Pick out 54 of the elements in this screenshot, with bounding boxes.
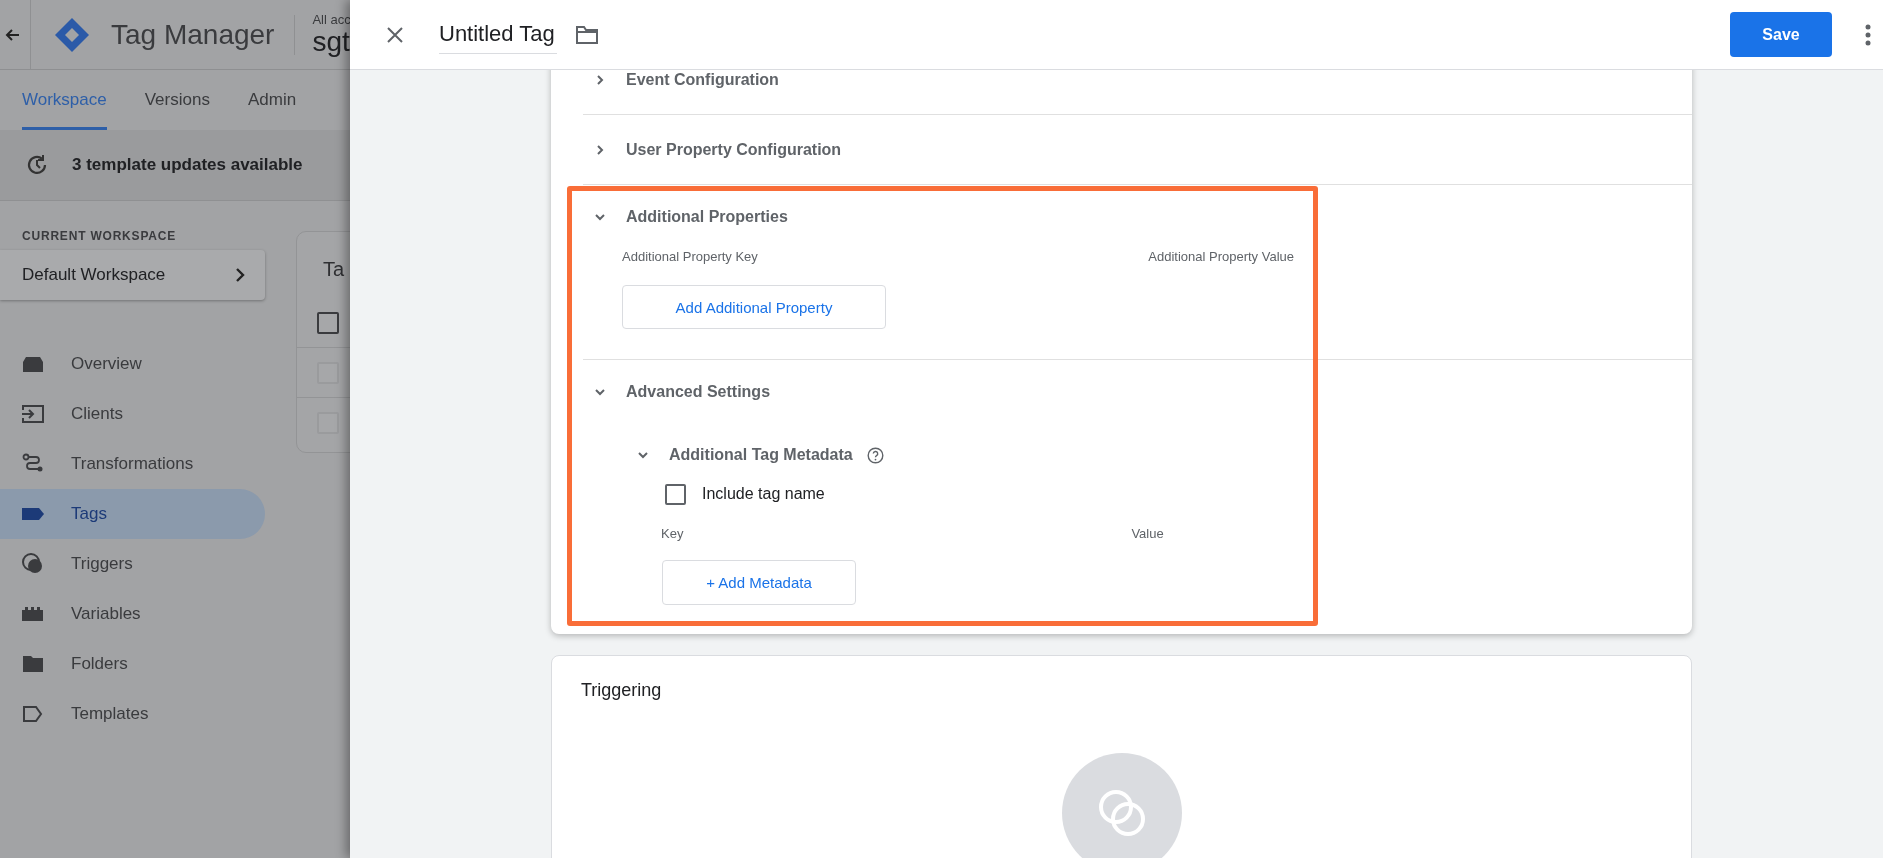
help-icon[interactable] (866, 446, 884, 464)
enter-icon (21, 404, 45, 424)
card-title: Triggering (581, 680, 662, 701)
section-title[interactable]: Additional Properties (626, 208, 788, 226)
checkbox[interactable] (665, 483, 686, 505)
brick-icon (21, 606, 45, 622)
nav-item[interactable]: Tags (0, 489, 265, 539)
diamond-logo-icon (53, 15, 91, 54)
nav-item[interactable]: Clients (0, 389, 265, 439)
tag-name-field[interactable]: Untitled Tag (439, 15, 557, 54)
add-metadata-button[interactable]: + Add Metadata (662, 560, 856, 605)
chevron-right-icon (235, 268, 245, 282)
account-label: All acc (312, 11, 350, 27)
folder-icon[interactable] (574, 24, 599, 45)
nav-item[interactable]: Variables (0, 589, 265, 639)
chevron-icon[interactable] (594, 73, 606, 86)
folder-icon (21, 654, 45, 674)
chevron-icon[interactable] (637, 449, 649, 461)
nav-item[interactable]: Templates (0, 689, 265, 739)
column-label: Additional Property Key (622, 249, 758, 266)
workspace-button[interactable]: Default Workspace (0, 250, 265, 300)
nav-item[interactable]: Overview (0, 339, 265, 389)
notice-text[interactable]: 3 template updates available (72, 155, 303, 175)
nav-tab[interactable]: Versions (144, 70, 210, 130)
close-icon[interactable] (386, 25, 404, 44)
back-arrow-icon[interactable] (4, 26, 20, 43)
row-checkbox[interactable] (317, 311, 339, 334)
tag-icon (21, 506, 45, 522)
container-name: sgt (312, 26, 350, 58)
column-label: Value (1131, 525, 1164, 541)
chevron-icon[interactable] (594, 386, 606, 398)
workspace-label: CURRENT WORKSPACE (22, 229, 178, 243)
nav-tab[interactable]: Admin (247, 70, 297, 130)
add-property-button[interactable]: Add Additional Property (622, 285, 886, 329)
circles-icon (21, 552, 45, 576)
history-icon (26, 154, 48, 176)
label-outline-icon (21, 705, 45, 723)
column-label: Additional Property Value (1148, 249, 1294, 266)
checkbox-label[interactable]: Include tag name (702, 485, 825, 503)
more-menu-icon[interactable] (1865, 23, 1871, 46)
section-title[interactable]: User Property Configuration (626, 140, 842, 159)
nav-item[interactable]: Triggers (0, 539, 265, 589)
chevron-icon[interactable] (594, 211, 606, 223)
tray-icon (21, 354, 45, 374)
column-label: Key (661, 525, 684, 541)
card-title: Ta (323, 258, 346, 282)
section-title[interactable]: Advanced Settings (626, 383, 771, 401)
product-name: Tag Manager (111, 18, 275, 51)
chevron-icon[interactable] (594, 143, 606, 156)
save-button[interactable]: Save (1730, 12, 1832, 57)
section-title[interactable]: Event Configuration (626, 70, 779, 89)
subsection-title[interactable]: Additional Tag Metadata (669, 446, 853, 464)
nav-item[interactable]: Folders (0, 639, 265, 689)
nav-item[interactable]: Transformations (0, 439, 265, 489)
